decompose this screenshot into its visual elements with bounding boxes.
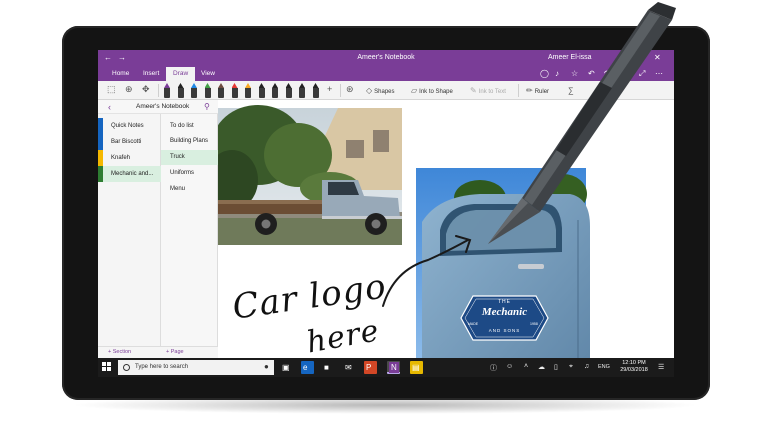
- device-scene: ← → Ameer's Notebook Ameer El-issa — □ ✕…: [0, 0, 768, 432]
- stylus-pen: [488, 2, 676, 244]
